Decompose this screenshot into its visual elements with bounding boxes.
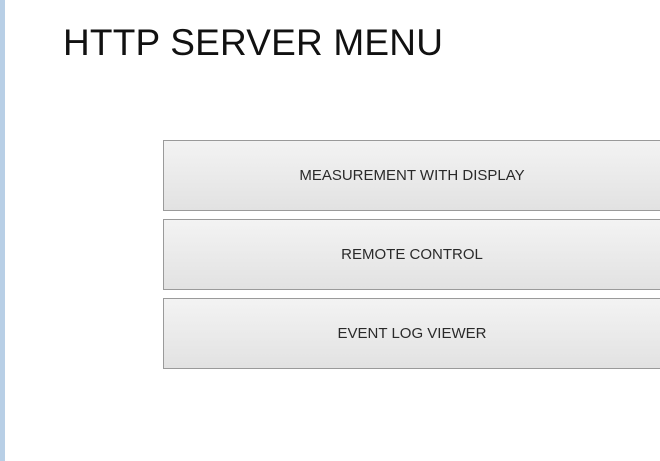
page-title: HTTP SERVER MENU: [63, 22, 444, 63]
http-server-menu-page: HTTP SERVER MENU MEASUREMENT WITH DISPLA…: [0, 0, 660, 461]
remote-control-button[interactable]: REMOTE CONTROL: [163, 219, 660, 290]
menu-button-label: MEASUREMENT WITH DISPLAY: [299, 167, 525, 184]
event-log-viewer-button[interactable]: EVENT LOG VIEWER: [163, 298, 660, 369]
main-menu: MEASUREMENT WITH DISPLAY REMOTE CONTROL …: [163, 140, 660, 369]
left-accent-bar: [0, 0, 5, 461]
menu-button-label: REMOTE CONTROL: [341, 246, 483, 263]
menu-button-label: EVENT LOG VIEWER: [337, 325, 487, 342]
measurement-with-display-button[interactable]: MEASUREMENT WITH DISPLAY: [163, 140, 660, 211]
